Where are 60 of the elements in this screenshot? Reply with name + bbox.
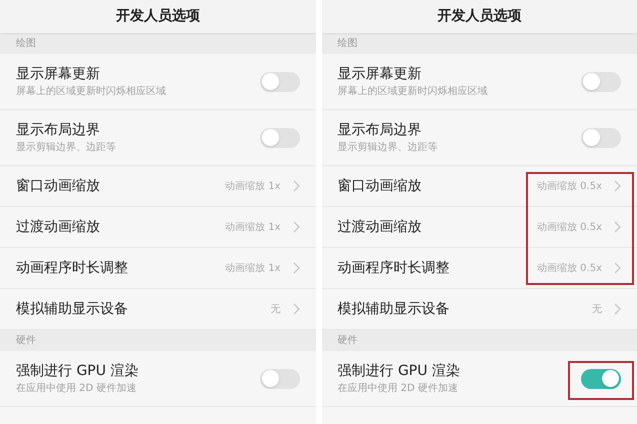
row-title: 显示布局边界 (338, 120, 422, 138)
toggle-switch[interactable] (581, 72, 621, 92)
chevron-icon (292, 221, 300, 233)
settings-row[interactable]: 显示布局边界 显示剪辑边界、边距等 (322, 110, 637, 166)
row-value: 无 (270, 302, 280, 316)
row-title: 过渡动画缩放 (16, 218, 100, 236)
row-title: 窗口动画缩放 (16, 177, 100, 195)
row-title: 模拟辅助显示设备 (16, 300, 128, 318)
row-title: 强制进行 GPU 渲染 (16, 362, 138, 380)
settings-row[interactable]: 显示屏幕更新 屏幕上的区域更新时闪烁相应区域 (322, 54, 637, 110)
chevron-icon (292, 262, 300, 274)
toggle-switch[interactable] (581, 128, 621, 148)
settings-row[interactable]: 过渡动画缩放 动画缩放 1x (0, 207, 316, 248)
row-value: 无 (592, 302, 602, 316)
row-title: 强制进行 GPU 渲染 (338, 362, 460, 380)
chevron-icon (614, 180, 621, 192)
row-subtitle: 在应用中使用 2D 硬件加速 (16, 382, 138, 396)
toggle-switch[interactable] (260, 368, 300, 388)
settings-row[interactable]: 窗口动画缩放 动画缩放 0.5x (322, 166, 637, 207)
toggle-switch[interactable] (581, 368, 621, 388)
settings-row[interactable]: 动画程序时长调整 动画缩放 0.5x (322, 248, 637, 289)
chevron-icon (292, 180, 300, 192)
row-title: 动画程序时长调整 (338, 259, 450, 277)
row-title: 窗口动画缩放 (338, 177, 422, 195)
row-value: 动画缩放 0.5x (537, 220, 602, 234)
chevron-icon (614, 303, 621, 315)
section-header: 硬件 (16, 334, 36, 348)
settings-row[interactable]: 显示屏幕更新 屏幕上的区域更新时闪烁相应区域 (0, 54, 316, 110)
settings-row[interactable]: 显示布局边界 显示剪辑边界、边距等 (0, 110, 316, 166)
row-title: 过渡动画缩放 (338, 218, 422, 236)
toggle-switch[interactable] (260, 72, 300, 92)
row-subtitle: 屏幕上的区域更新时闪烁相应区域 (338, 84, 488, 98)
row-title: 模拟辅助显示设备 (338, 300, 450, 318)
row-subtitle: 在应用中使用 2D 硬件加速 (338, 382, 459, 396)
section-header: 硬件 (338, 334, 358, 348)
row-title: 显示屏幕更新 (338, 64, 422, 82)
row-subtitle: 显示剪辑边界、边距等 (16, 140, 116, 154)
row-value: 动画缩放 0.5x (537, 180, 602, 194)
settings-row[interactable]: 过渡动画缩放 动画缩放 0.5x (322, 207, 637, 248)
chevron-icon (292, 303, 300, 315)
page-title: 开发人员选项 (437, 7, 522, 26)
settings-row[interactable]: 动画程序时长调整 动画缩放 1x (0, 248, 316, 289)
settings-row[interactable]: 强制进行 GPU 渲染 在应用中使用 2D 硬件加速 (0, 351, 316, 407)
row-title: 显示屏幕更新 (16, 64, 101, 82)
row-title: 动画程序时长调整 (16, 259, 128, 277)
page-title: 开发人员选项 (116, 7, 200, 26)
toggle-switch[interactable] (260, 128, 300, 148)
row-subtitle: 屏幕上的区域更新时闪烁相应区域 (16, 84, 166, 98)
chevron-icon (614, 221, 621, 233)
row-subtitle: 显示剪辑边界、边距等 (338, 140, 438, 154)
chevron-icon (614, 262, 621, 274)
row-value: 动画缩放 1x (225, 220, 280, 234)
section-header: 绘图 (16, 37, 36, 51)
settings-row[interactable]: 强制进行 GPU 渲染 在应用中使用 2D 硬件加速 (322, 351, 637, 407)
settings-row[interactable]: 窗口动画缩放 动画缩放 1x (0, 166, 316, 207)
row-value: 动画缩放 1x (225, 262, 280, 276)
row-value: 动画缩放 1x (225, 180, 280, 194)
row-title: 显示布局边界 (16, 120, 101, 138)
section-header: 绘图 (338, 37, 358, 51)
row-value: 动画缩放 0.5x (537, 262, 602, 276)
